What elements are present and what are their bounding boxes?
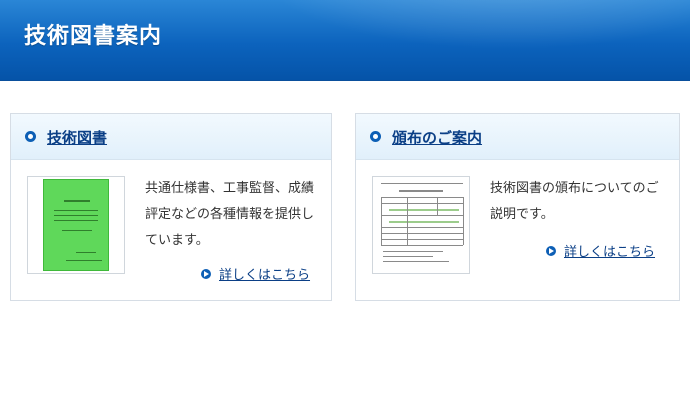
page-title: 技術図書案内 xyxy=(24,24,163,49)
card-description: 共通仕様書、工事監督、成績評定などの各種情報を提供しています。 xyxy=(145,181,315,248)
arrow-circle-icon xyxy=(201,268,211,279)
card-header: 技術図書 xyxy=(11,114,331,160)
circle-bullet-icon xyxy=(370,131,381,142)
order-form-document-icon xyxy=(377,180,467,270)
details-link[interactable]: 詳しくはこちら xyxy=(546,241,655,260)
header-highlight xyxy=(250,0,690,50)
details-link-label: 詳しくはこちら xyxy=(564,245,656,260)
technical-books-title-link[interactable]: 技術図書 xyxy=(47,127,107,148)
book-thumbnail[interactable] xyxy=(27,176,125,274)
page-header: 技術図書案内 xyxy=(0,0,690,81)
details-link-label: 詳しくはこちら xyxy=(219,268,311,283)
arrow-circle-icon xyxy=(546,245,556,256)
form-thumbnail[interactable] xyxy=(372,176,470,274)
distribution-guide-title-link[interactable]: 頒布のご案内 xyxy=(392,127,482,148)
distribution-guide-card: 頒布のご案内 技術図書の頒布についてのご説明です。 詳しくはこちら xyxy=(355,113,680,301)
card-description: 技術図書の頒布についてのご説明です。 xyxy=(490,181,659,222)
details-link[interactable]: 詳しくはこちら xyxy=(201,264,310,283)
technical-books-card: 技術図書 共通仕様書、工事監督、成績評定などの各種情報を提供しています。 詳しく… xyxy=(10,113,332,301)
card-header: 頒布のご案内 xyxy=(356,114,679,160)
green-book-cover-icon xyxy=(43,179,109,271)
circle-bullet-icon xyxy=(25,131,36,142)
